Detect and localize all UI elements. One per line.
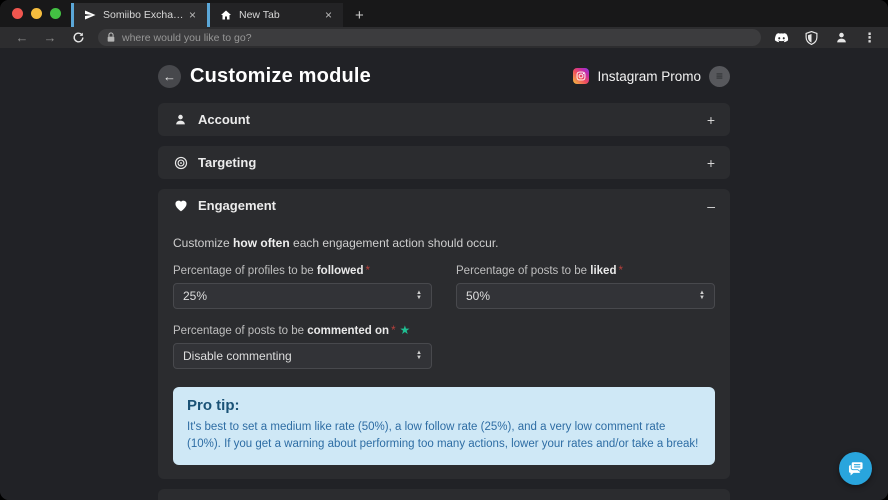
- address-bar[interactable]: where would you like to go?: [98, 29, 761, 46]
- tab-title: Somiibo Exchange Platform: [103, 9, 184, 21]
- pro-tip-title: Pro tip:: [187, 397, 701, 414]
- forward-nav-icon[interactable]: →: [38, 31, 62, 44]
- back-button[interactable]: ←: [158, 65, 181, 88]
- comment-rate-label: Percentage of posts to be commented on*★: [173, 323, 432, 337]
- heart-icon: [173, 199, 188, 212]
- like-rate-label: Percentage of posts to be liked*: [456, 265, 715, 277]
- required-asterisk: *: [391, 325, 395, 337]
- comment-rate-select[interactable]: Disable commenting ▲▼: [173, 343, 432, 369]
- chat-icon: [847, 461, 864, 477]
- close-tab-icon[interactable]: ×: [320, 9, 337, 21]
- required-asterisk: *: [618, 265, 622, 277]
- comment-rate-field: Percentage of posts to be commented on*★…: [173, 323, 432, 383]
- new-tab-button[interactable]: +: [343, 3, 376, 27]
- section-label: Engagement: [198, 198, 276, 213]
- tab-title: New Tab: [239, 9, 320, 21]
- tab-bar: Somiibo Exchange Platform × New Tab × +: [0, 0, 888, 27]
- section-account-header[interactable]: Account +: [158, 103, 730, 136]
- browser-window: Somiibo Exchange Platform × New Tab × + …: [0, 0, 888, 500]
- follow-rate-field: Percentage of profiles to be followed* 2…: [173, 265, 432, 323]
- select-updown-icon: ▲▼: [416, 291, 422, 301]
- module-menu-button[interactable]: ≡: [709, 66, 730, 87]
- section-filtering: Filtering +: [158, 489, 730, 500]
- select-value: Disable commenting: [183, 349, 416, 363]
- browser-menu-icon[interactable]: ⋮: [863, 30, 876, 46]
- follow-rate-label: Percentage of profiles to be followed*: [173, 265, 432, 277]
- section-engagement: Engagement – Customize how often each en…: [158, 189, 730, 479]
- expand-icon: +: [707, 112, 715, 128]
- expand-icon: +: [707, 155, 715, 171]
- page-title: Customize module: [190, 65, 371, 88]
- required-asterisk: *: [365, 265, 369, 277]
- follow-rate-select[interactable]: 25% ▲▼: [173, 283, 432, 309]
- select-value: 25%: [183, 289, 416, 303]
- minimize-window-button[interactable]: [31, 8, 42, 19]
- section-targeting: Targeting +: [158, 146, 730, 179]
- zoom-window-button[interactable]: [50, 8, 61, 19]
- select-updown-icon: ▲▼: [699, 291, 705, 301]
- pro-tip-box: Pro tip: It's best to set a medium like …: [173, 387, 715, 465]
- paper-plane-icon: [83, 9, 96, 22]
- back-nav-icon[interactable]: ←: [10, 31, 34, 44]
- section-engagement-header[interactable]: Engagement –: [158, 189, 730, 222]
- target-icon: [173, 156, 188, 170]
- tab-somiibo[interactable]: Somiibo Exchange Platform ×: [71, 3, 207, 27]
- section-targeting-header[interactable]: Targeting +: [158, 146, 730, 179]
- section-label: Account: [198, 112, 250, 127]
- premium-star-icon: ★: [400, 323, 411, 337]
- window-controls: [0, 0, 71, 27]
- section-label: Targeting: [198, 155, 256, 170]
- chat-fab-button[interactable]: [839, 452, 872, 485]
- home-icon: [219, 9, 232, 22]
- account-icon[interactable]: [833, 31, 849, 44]
- tab-accent-bar: [207, 3, 210, 27]
- module-name: Instagram Promo: [597, 69, 701, 84]
- like-rate-field: Percentage of posts to be liked* 50% ▲▼: [456, 265, 715, 323]
- engagement-body: Customize how often each engagement acti…: [158, 222, 730, 479]
- tab-new-tab[interactable]: New Tab ×: [207, 3, 343, 27]
- close-tab-icon[interactable]: ×: [184, 9, 201, 21]
- toolbar-extensions: ⋮: [773, 30, 878, 46]
- like-rate-select[interactable]: 50% ▲▼: [456, 283, 715, 309]
- collapse-icon: –: [707, 198, 715, 214]
- instagram-icon: [573, 68, 589, 84]
- shield-icon[interactable]: [803, 31, 819, 45]
- browser-toolbar: ← → where would you like to go? ⋮: [0, 27, 888, 48]
- reload-icon[interactable]: [66, 31, 90, 44]
- section-filtering-header[interactable]: Filtering +: [158, 489, 730, 500]
- select-updown-icon: ▲▼: [416, 351, 422, 361]
- tab-accent-bar: [71, 3, 74, 27]
- lock-icon: [106, 32, 116, 43]
- page-header: ← Customize module Instagram Promo ≡: [158, 60, 730, 92]
- address-placeholder: where would you like to go?: [122, 32, 252, 44]
- close-window-button[interactable]: [12, 8, 23, 19]
- pro-tip-body: It's best to set a medium like rate (50%…: [187, 419, 701, 454]
- section-account: Account +: [158, 103, 730, 136]
- hamburger-icon: ≡: [716, 69, 723, 83]
- person-icon: [173, 113, 188, 126]
- page-content: ← Customize module Instagram Promo ≡: [0, 48, 888, 500]
- select-value: 50%: [466, 289, 699, 303]
- engagement-intro: Customize how often each engagement acti…: [173, 236, 715, 250]
- discord-icon[interactable]: [773, 32, 789, 44]
